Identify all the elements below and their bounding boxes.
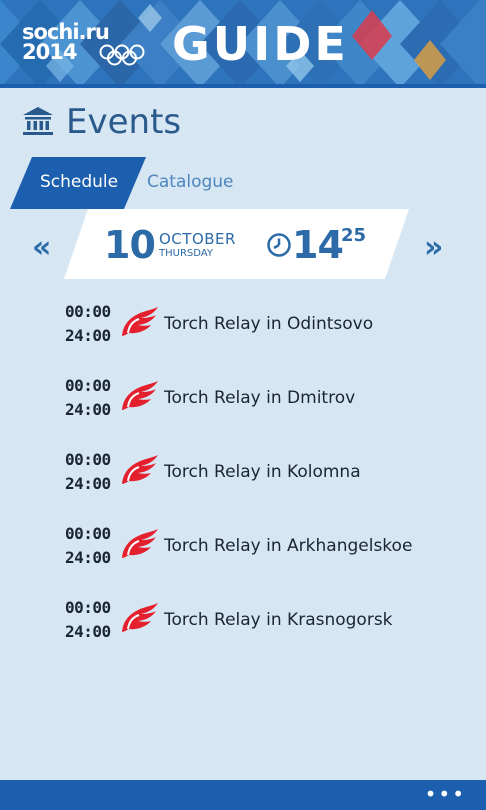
event-item[interactable]: 00:00 24:00 Torch Relay in Odintsovo <box>0 302 486 362</box>
event-end-time: 24:00 <box>65 400 111 419</box>
event-end-time: 24:00 <box>65 474 111 493</box>
olympic-rings-icon <box>99 44 145 66</box>
previous-day-button[interactable]: « <box>32 231 51 265</box>
event-name: Torch Relay in Kolomna <box>164 462 361 482</box>
time-minute: 25 <box>341 225 367 246</box>
event-name: Torch Relay in Krasnogorsk <box>164 610 393 630</box>
torch-relay-icon <box>122 603 158 632</box>
event-end-time: 24:00 <box>65 622 111 641</box>
tab-schedule[interactable]: Schedule <box>10 157 146 209</box>
month-label: OCTOBER <box>159 230 236 248</box>
event-name: Torch Relay in Arkhangelskoe <box>164 536 413 556</box>
page-title: Events <box>66 102 182 142</box>
torch-relay-icon <box>122 529 158 558</box>
event-name: Torch Relay in Dmitrov <box>164 388 356 408</box>
event-item[interactable]: 00:00 24:00 Torch Relay in Arkhangelskoe <box>0 524 486 584</box>
event-end-time: 24:00 <box>65 548 111 567</box>
event-start-time: 00:00 <box>65 302 111 321</box>
sochi-logo: sochi.ru 2014 <box>22 20 154 68</box>
torch-relay-icon <box>122 455 158 484</box>
event-start-time: 00:00 <box>65 524 111 543</box>
time-hour: 14 <box>292 223 344 267</box>
date-time-bar: 10 OCTOBER THURSDAY 14 25 <box>64 209 409 279</box>
logo-text-bottom: 2014 <box>22 40 77 64</box>
event-item[interactable]: 00:00 24:00 Torch Relay in Krasnogorsk <box>0 598 486 658</box>
clock-icon <box>267 233 291 257</box>
event-start-time: 00:00 <box>65 450 111 469</box>
event-end-time: 24:00 <box>65 326 111 345</box>
app-bar: ••• <box>0 780 486 810</box>
torch-relay-icon <box>122 381 158 410</box>
weekday-label: THURSDAY <box>159 248 213 259</box>
bank-icon <box>23 107 53 135</box>
event-item[interactable]: 00:00 24:00 Torch Relay in Kolomna <box>0 450 486 510</box>
event-start-time: 00:00 <box>65 376 111 395</box>
tab-catalogue[interactable]: Catalogue <box>147 172 234 192</box>
day-number: 10 <box>104 223 156 267</box>
event-start-time: 00:00 <box>65 598 111 617</box>
more-options-button[interactable]: ••• <box>425 782 466 806</box>
app-title: GUIDE <box>172 17 349 71</box>
header-banner: sochi.ru 2014 GUIDE <box>0 0 486 88</box>
tab-schedule-label: Schedule <box>40 172 119 192</box>
event-item[interactable]: 00:00 24:00 Torch Relay in Dmitrov <box>0 376 486 436</box>
next-day-button[interactable]: » <box>424 231 443 265</box>
event-name: Torch Relay in Odintsovo <box>164 314 374 334</box>
torch-relay-icon <box>122 307 158 336</box>
